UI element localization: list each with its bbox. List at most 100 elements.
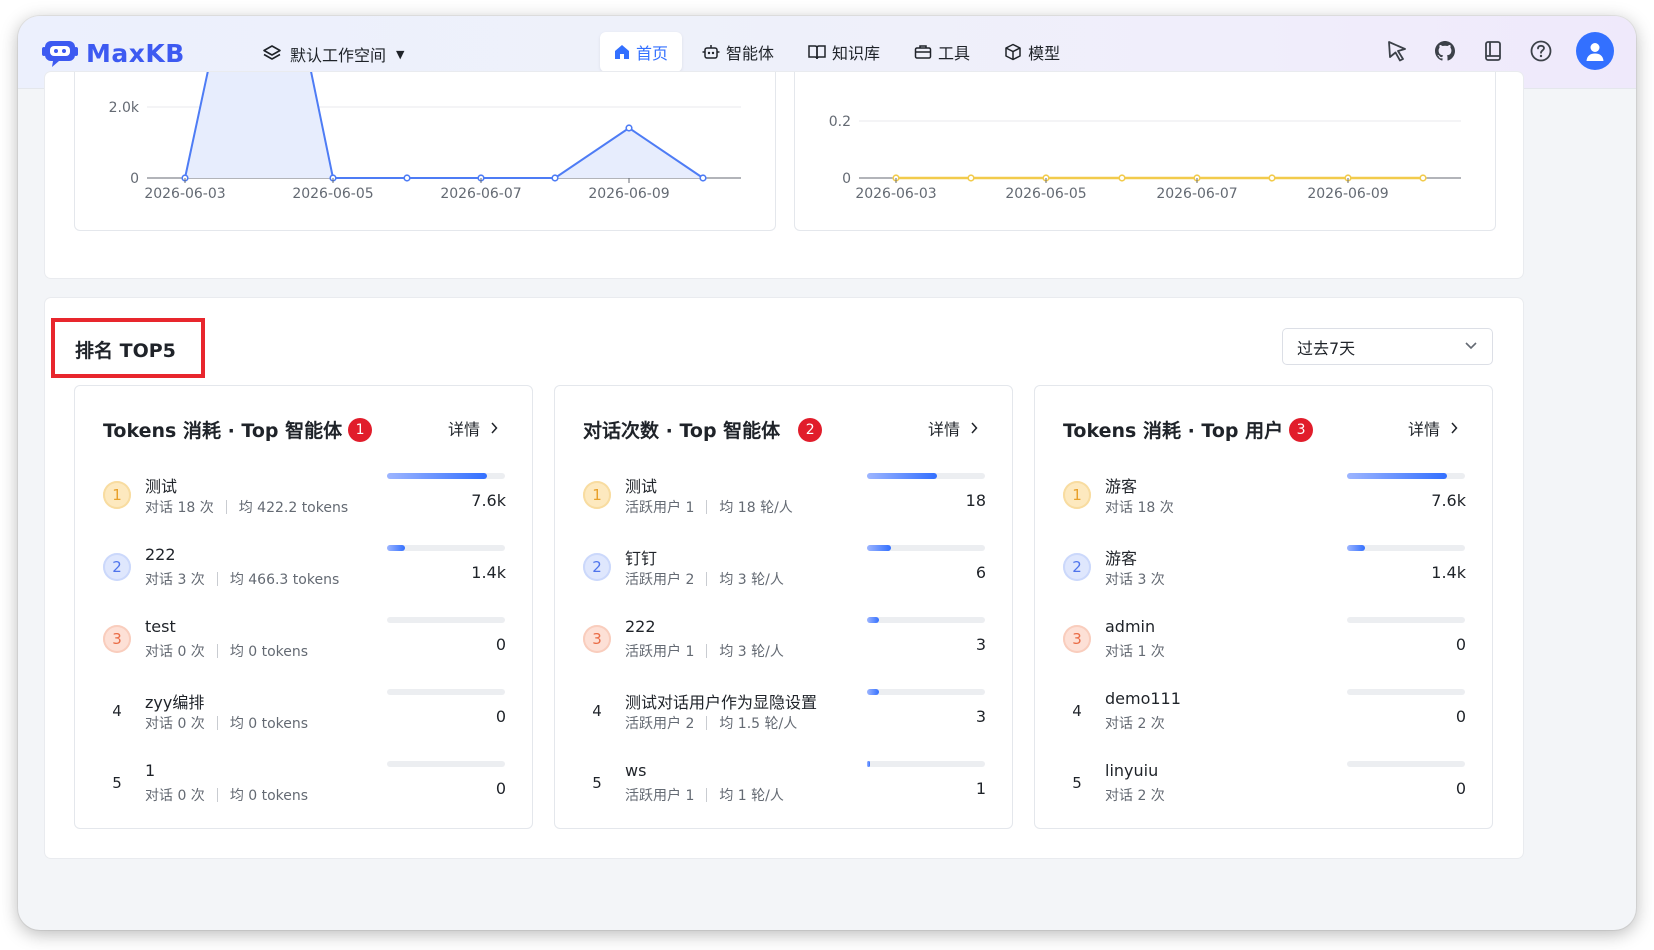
highlight-annotation: [51, 318, 205, 378]
detail-link[interactable]: 详情: [448, 416, 498, 440]
rank-number: 2: [583, 553, 611, 581]
item-stat-secondary: 均 466.3 tokens: [229, 572, 340, 588]
ranking-row[interactable]: 1 测试 对话 18 次 均 422.2 tokens 7.6k: [75, 473, 534, 545]
progress-fill: [387, 473, 488, 479]
ranking-card: Tokens 消耗 · Top 智能体 1 详情 1 测试 对话 18 次均 422.2 …: [74, 385, 533, 829]
rank-number: 2: [1063, 553, 1091, 581]
x-tick-label: 2026-06-09: [1307, 186, 1388, 202]
rank-number: 3: [583, 625, 611, 653]
progress-fill: [387, 545, 405, 551]
progress-fill: [867, 473, 937, 479]
progress-bar: [867, 761, 985, 767]
ranking-row[interactable]: 5 linyuiu 对话 2 次 0: [1035, 761, 1494, 833]
item-stat-primary: 活跃用户 2: [625, 716, 695, 732]
progress-bar: [387, 617, 505, 623]
nav-knowledge[interactable]: 知识库: [794, 32, 894, 72]
progress-fill: [867, 689, 879, 695]
nav-tools[interactable]: 工具: [900, 32, 984, 72]
workspace-switcher[interactable]: 默认工作空间 ▼: [262, 42, 404, 66]
item-value: 3: [975, 707, 986, 726]
rank-number: 5: [112, 774, 122, 792]
ranking-card: Tokens 消耗 · Top 用户 3 详情 1 游客 对话 18 次 7.6k 2 游客 对话…: [1034, 385, 1493, 829]
data-point: [403, 174, 411, 182]
github-icon[interactable]: [1432, 38, 1458, 64]
nav-knowledge-label: 知识库: [832, 44, 881, 63]
data-point: [1118, 174, 1126, 182]
cursor-icon[interactable]: [1384, 38, 1410, 64]
rank-number: 1: [1063, 481, 1091, 509]
card-title-text: Tokens 消耗 · Top 智能体: [103, 420, 343, 442]
progress-fill: [1347, 473, 1448, 479]
ranking-row[interactable]: 3 test 对话 0 次 均 0 tokens 0: [75, 617, 534, 689]
rank-number: 4: [1072, 702, 1082, 720]
item-value: 1.4k: [1431, 563, 1466, 582]
chart-card-right: 0.2 0 2026-06-03 2026-06-05 2026-06-07 2026-0…: [794, 72, 1496, 231]
ranking-row[interactable]: 4 zyy编排 对话 0 次 均 0 tokens 0: [75, 689, 534, 761]
nav-agents[interactable]: 智能体: [688, 32, 788, 72]
ranking-row[interactable]: 3 admin 对话 1 次 0: [1035, 617, 1494, 689]
progress-fill: [867, 761, 870, 767]
detail-label: 详情: [447, 420, 480, 439]
nav-home[interactable]: 首页: [600, 32, 683, 72]
help-icon[interactable]: [1528, 38, 1554, 64]
item-value: 0: [1455, 635, 1466, 654]
chevron-right-icon: [1451, 422, 1458, 434]
docs-icon[interactable]: [1480, 38, 1506, 64]
maxkb-logo-icon: [42, 41, 78, 67]
rank-number: 1: [103, 481, 131, 509]
ranking-row[interactable]: 1 游客 对话 18 次 7.6k: [1035, 473, 1494, 545]
nav-models-label: 模型: [1028, 44, 1061, 63]
layers-icon: [263, 45, 281, 60]
item-name: 游客: [1105, 477, 1138, 496]
chevron-right-icon: [971, 422, 978, 434]
data-point: [699, 174, 707, 182]
item-stat-secondary: 均 1.5 轮/人: [719, 716, 798, 732]
nav-home-label: 首页: [636, 44, 669, 63]
header-actions: [1362, 32, 1614, 70]
item-name: zyy编排: [145, 693, 205, 712]
ranking-row[interactable]: 1 测试 活跃用户 1 均 18 轮/人 18: [555, 473, 1014, 545]
nav-models[interactable]: 模型: [990, 32, 1074, 72]
item-stats: 对话 18 次 均 422.2 tokens: [145, 497, 348, 517]
ranking-row[interactable]: 2 游客 对话 3 次 1.4k: [1035, 545, 1494, 617]
card-number-badge: 1: [348, 417, 373, 442]
progress-bar: [1347, 689, 1465, 695]
nav-tools-label: 工具: [938, 44, 971, 63]
data-point: [551, 174, 559, 182]
ranking-row[interactable]: 4 测试对话用户作为显隐设置 活跃用户 2 均 1.5 轮/人 3: [555, 689, 1014, 761]
rank-number: 5: [592, 774, 602, 792]
line-chart-left: 2.0k 0 2026-06-03 2026-06-05 2026-06-07 2026-…: [109, 72, 741, 202]
progress-bar: [867, 473, 985, 479]
divider: [706, 788, 708, 802]
item-stat-primary: 对话 1 次: [1105, 644, 1165, 660]
item-stat-secondary: 均 1 轮/人: [719, 788, 784, 804]
detail-link[interactable]: 详情: [1408, 416, 1458, 440]
ranking-row[interactable]: 2 钉钉 活跃用户 2 均 3 轮/人 6: [555, 545, 1014, 617]
item-stat-secondary: 均 18 轮/人: [719, 500, 793, 516]
ranking-row[interactable]: 5 1 对话 0 次 均 0 tokens 0: [75, 761, 534, 833]
progress-fill: [867, 617, 879, 623]
ranking-row[interactable]: 3 222 活跃用户 1 均 3 轮/人 3: [555, 617, 1014, 689]
item-stats: 对话 3 次 均 466.3 tokens: [145, 569, 339, 589]
main-nav: 首页 智能体 知识库 工具 模型: [600, 32, 1080, 72]
card-number-badge: 3: [1289, 417, 1314, 442]
period-value: 过去7天: [1297, 338, 1356, 358]
maxkb-logo[interactable]: MaxKB: [42, 36, 185, 70]
item-name: linyuiu: [1105, 761, 1159, 780]
item-stats: 对话 1 次: [1105, 641, 1165, 661]
period-select[interactable]: 过去7天: [1282, 328, 1493, 365]
x-tick-label: 2026-06-07: [1156, 186, 1237, 202]
item-value: 0: [495, 707, 506, 726]
item-name: demo111: [1105, 689, 1181, 708]
ranking-row[interactable]: 5 ws 活跃用户 1 均 1 轮/人 1: [555, 761, 1014, 833]
ranking-row[interactable]: 2 222 对话 3 次均 466.3 tokens 1.4k: [75, 545, 534, 617]
item-stats: 对话 18 次: [1105, 497, 1174, 517]
ranking-row[interactable]: 4 demo111 对话 2 次 0: [1035, 689, 1494, 761]
x-tick-label: 2026-06-09: [588, 186, 669, 202]
detail-link[interactable]: 详情: [928, 416, 978, 440]
user-avatar[interactable]: [1576, 32, 1614, 70]
rank-number: 4: [592, 702, 602, 720]
item-stat-primary: 活跃用户 2: [625, 572, 695, 588]
rank-number: 4: [112, 702, 122, 720]
progress-fill: [867, 545, 891, 551]
